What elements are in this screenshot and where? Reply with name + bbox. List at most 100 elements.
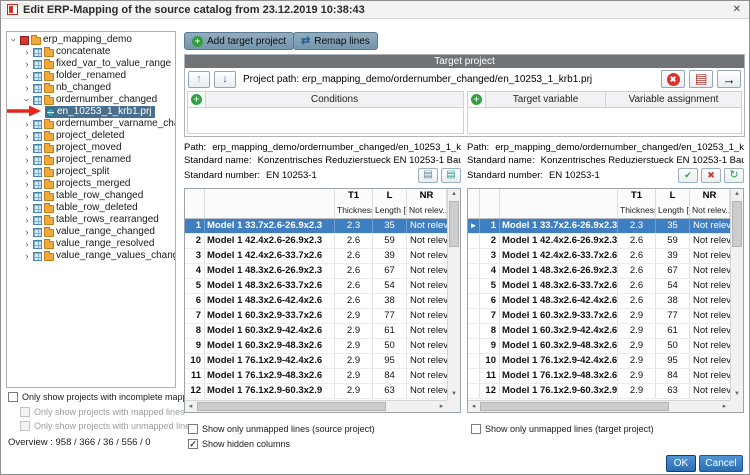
scrollbar-thumb[interactable] — [480, 402, 669, 411]
expand-icon[interactable]: › — [22, 142, 32, 154]
table-row[interactable]: 6Model 1 48.3x2.6-42.4x2.62.638Not relev… — [185, 294, 447, 309]
t1-column-header[interactable]: T1Thickness... — [335, 189, 373, 218]
table-row[interactable]: 4Model 1 48.3x2.6-26.9x2.32.667Not relev… — [468, 264, 730, 279]
table-row[interactable]: 2Model 1 42.4x2.6-26.9x2.32.659Not relev… — [468, 234, 730, 249]
show-hidden-columns-checkbox[interactable]: ✓ Show hidden columns — [188, 439, 290, 449]
expand-icon[interactable]: › — [22, 202, 32, 214]
add-condition-button[interactable]: + — [188, 92, 206, 107]
expand-icon[interactable]: › — [22, 46, 32, 58]
tree-item-project_split[interactable]: ›project_split — [7, 166, 175, 178]
cancel-button[interactable]: Cancel — [699, 455, 743, 472]
add-target-project-button[interactable]: + Add target project — [184, 32, 294, 50]
expand-icon[interactable]: › — [22, 178, 32, 190]
expand-icon[interactable]: › — [22, 190, 32, 202]
horizontal-scrollbar[interactable]: ◂ ▸ — [185, 400, 447, 412]
add-assignment-button[interactable]: + — [468, 92, 486, 107]
expand-icon[interactable]: › — [22, 118, 32, 130]
conditions-column-header[interactable]: Conditions — [206, 92, 463, 107]
scrollbar-thumb[interactable] — [197, 402, 386, 411]
table-row[interactable]: 12Model 1 76.1x2.9-60.3x2.92.963Not rele… — [468, 384, 730, 399]
tree-item-fixed_var_to_value_range[interactable]: ›fixed_var_to_value_range — [7, 58, 175, 70]
vertical-scrollbar[interactable]: ▲ ▼ — [447, 189, 460, 400]
table-row[interactable]: 3Model 1 42.4x2.6-33.7x2.62.639Not relev… — [185, 249, 447, 264]
expand-icon[interactable]: › — [22, 238, 32, 250]
tree-item-table_row_changed[interactable]: ›table_row_changed — [7, 190, 175, 202]
scroll-up-icon[interactable]: ▲ — [448, 189, 460, 200]
move-target-down-button[interactable]: ↓ — [214, 71, 236, 88]
accept-mapping-button[interactable]: ✔ — [678, 168, 698, 183]
expand-icon[interactable]: › — [22, 250, 32, 262]
tree-item-project_renamed[interactable]: ›project_renamed — [7, 154, 175, 166]
tree-item-value_range_changed[interactable]: ›value_range_changed — [7, 226, 175, 238]
reject-mapping-button[interactable]: ✖ — [701, 168, 721, 183]
tree-item-nb_changed[interactable]: ›nb_changed — [7, 82, 175, 94]
table-row[interactable]: 3Model 1 42.4x2.6-33.7x2.62.639Not relev… — [468, 249, 730, 264]
l-column-header[interactable]: LLength [... — [656, 189, 690, 218]
tree-item-project_moved[interactable]: ›project_moved — [7, 142, 175, 154]
scroll-left-icon[interactable]: ◂ — [185, 401, 196, 412]
table-row[interactable]: 6Model 1 48.3x2.6-42.4x2.62.638Not relev… — [468, 294, 730, 309]
tree-item-value_range_resolved[interactable]: ›value_range_resolved — [7, 238, 175, 250]
expand-icon[interactable]: › — [22, 130, 32, 142]
expand-icon[interactable]: › — [22, 70, 32, 82]
t1-column-header[interactable]: T1Thickness... — [618, 189, 656, 218]
model-column-header[interactable] — [205, 189, 335, 218]
scroll-left-icon[interactable]: ◂ — [468, 401, 479, 412]
show-unmapped-target-checkbox[interactable]: Show only unmapped lines (target project… — [471, 424, 654, 434]
scroll-right-icon[interactable]: ▸ — [719, 401, 730, 412]
table-row[interactable]: ►1Model 1 33.7x2.6-26.9x2.32.335Not rele… — [468, 219, 730, 234]
tree-item-erp_mapping_demo[interactable]: ›erp_mapping_demo — [7, 34, 175, 46]
expand-icon[interactable]: › — [22, 226, 32, 238]
tree-item-projects_merged[interactable]: ›projects_merged — [7, 178, 175, 190]
tree-item-value_range_values_changed[interactable]: ›value_range_values_changed — [7, 250, 175, 262]
table-row[interactable]: 9Model 1 60.3x2.9-48.3x2.62.950Not relev… — [468, 339, 730, 354]
source-columns-button[interactable]: ▤ — [418, 168, 438, 183]
expand-icon[interactable]: › — [22, 58, 32, 70]
move-target-up-button[interactable]: ↑ — [188, 71, 210, 88]
collapse-icon[interactable]: › — [8, 35, 20, 45]
table-row[interactable]: 8Model 1 60.3x2.9-42.4x2.62.961Not relev… — [468, 324, 730, 339]
variable-assignment-column-header[interactable]: Variable assignment — [606, 92, 741, 107]
collapse-icon[interactable]: › — [21, 95, 33, 105]
delete-mapping-lines-button[interactable]: ▤ — [689, 70, 713, 88]
close-icon[interactable]: ✕ — [731, 4, 743, 15]
refresh-mapping-button[interactable]: ↻ — [724, 168, 744, 183]
target-variable-column-header[interactable]: Target variable — [486, 92, 606, 107]
tree-item-table_rows_rearranged[interactable]: ›table_rows_rearranged — [7, 214, 175, 226]
scroll-down-icon[interactable]: ▼ — [731, 389, 743, 400]
tree-item-table_row_deleted[interactable]: ›table_row_deleted — [7, 202, 175, 214]
scrollbar-thumb[interactable] — [732, 201, 742, 247]
expand-icon[interactable]: › — [22, 214, 32, 226]
scroll-up-icon[interactable]: ▲ — [731, 189, 743, 200]
table-row[interactable]: 7Model 1 60.3x2.9-33.7x2.62.977Not relev… — [185, 309, 447, 324]
tree-item-concatenate[interactable]: ›concatenate — [7, 46, 175, 58]
nr-column-header[interactable]: NRNot relev... — [690, 189, 730, 218]
horizontal-scrollbar[interactable]: ◂ ▸ — [468, 400, 730, 412]
table-row[interactable]: 9Model 1 60.3x2.9-48.3x2.62.950Not relev… — [185, 339, 447, 354]
model-column-header[interactable] — [500, 189, 618, 218]
table-row[interactable]: 11Model 1 76.1x2.9-48.3x2.62.984Not rele… — [468, 369, 730, 384]
expand-icon[interactable]: › — [22, 82, 32, 94]
remove-target-project-button[interactable]: ✖ — [661, 70, 685, 88]
tree-item-project_deleted[interactable]: ›project_deleted — [7, 130, 175, 142]
table-row[interactable]: 12Model 1 76.1x2.9-60.3x2.92.963Not rele… — [185, 384, 447, 399]
row-number-column-header[interactable] — [480, 189, 500, 218]
tree-item-ordernumber_varname_changed[interactable]: ›ordernumber_varname_changed — [7, 118, 175, 130]
tree-item-folder_renamed[interactable]: ›folder_renamed — [7, 70, 175, 82]
show-unmapped-source-checkbox[interactable]: Show only unmapped lines (source project… — [188, 424, 375, 434]
table-row[interactable]: 4Model 1 48.3x2.6-26.9x2.32.667Not relev… — [185, 264, 447, 279]
scroll-right-icon[interactable]: ▸ — [436, 401, 447, 412]
row-number-column-header[interactable] — [185, 189, 205, 218]
table-row[interactable]: 5Model 1 48.3x2.6-33.7x2.62.654Not relev… — [185, 279, 447, 294]
table-row[interactable]: 10Model 1 76.1x2.9-42.4x2.62.995Not rele… — [468, 354, 730, 369]
source-number-columns-button[interactable]: ▤ — [441, 168, 461, 183]
table-row[interactable]: 11Model 1 76.1x2.9-48.3x2.62.984Not rele… — [185, 369, 447, 384]
scrollbar-thumb[interactable] — [449, 201, 459, 247]
remap-lines-button[interactable]: ⇄ Remap lines — [293, 32, 378, 50]
vertical-scrollbar[interactable]: ▲ ▼ — [730, 189, 743, 400]
table-row[interactable]: 1Model 1 33.7x2.6-26.9x2.32.335Not relev… — [185, 219, 447, 234]
filter-incomplete-mappings-checkbox[interactable]: Only show projects with incomplete mappi… — [8, 392, 204, 402]
scroll-down-icon[interactable]: ▼ — [448, 389, 460, 400]
table-row[interactable]: 5Model 1 48.3x2.6-33.7x2.62.654Not relev… — [468, 279, 730, 294]
table-row[interactable]: 10Model 1 76.1x2.9-42.4x2.62.995Not rele… — [185, 354, 447, 369]
